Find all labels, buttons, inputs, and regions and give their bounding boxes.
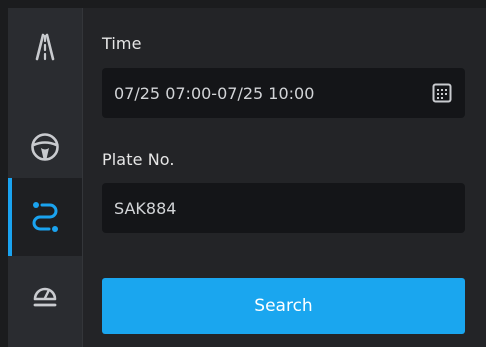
app-window: Time Plate No. Search: [0, 0, 486, 347]
sidebar-item-speed-alarm[interactable]: [8, 256, 82, 334]
calendar-icon[interactable]: [431, 82, 453, 104]
sidebar-item-route[interactable]: [8, 178, 82, 256]
time-field[interactable]: [102, 68, 465, 118]
search-button[interactable]: Search: [102, 278, 465, 334]
plate-input[interactable]: [114, 198, 453, 218]
road-lanes-icon: [28, 32, 62, 62]
plate-field[interactable]: [102, 183, 465, 233]
route-icon: [29, 200, 61, 234]
search-panel: Time Plate No. Search: [83, 8, 486, 347]
sidebar-item-driving[interactable]: [8, 108, 82, 186]
steering-wheel-icon: [29, 131, 61, 163]
plate-label: Plate No.: [102, 150, 175, 169]
time-range-input[interactable]: [114, 83, 431, 103]
sidebar: [8, 8, 83, 347]
speed-alarm-icon: [29, 279, 61, 311]
sidebar-item-road[interactable]: [8, 8, 82, 86]
time-label: Time: [102, 34, 142, 53]
